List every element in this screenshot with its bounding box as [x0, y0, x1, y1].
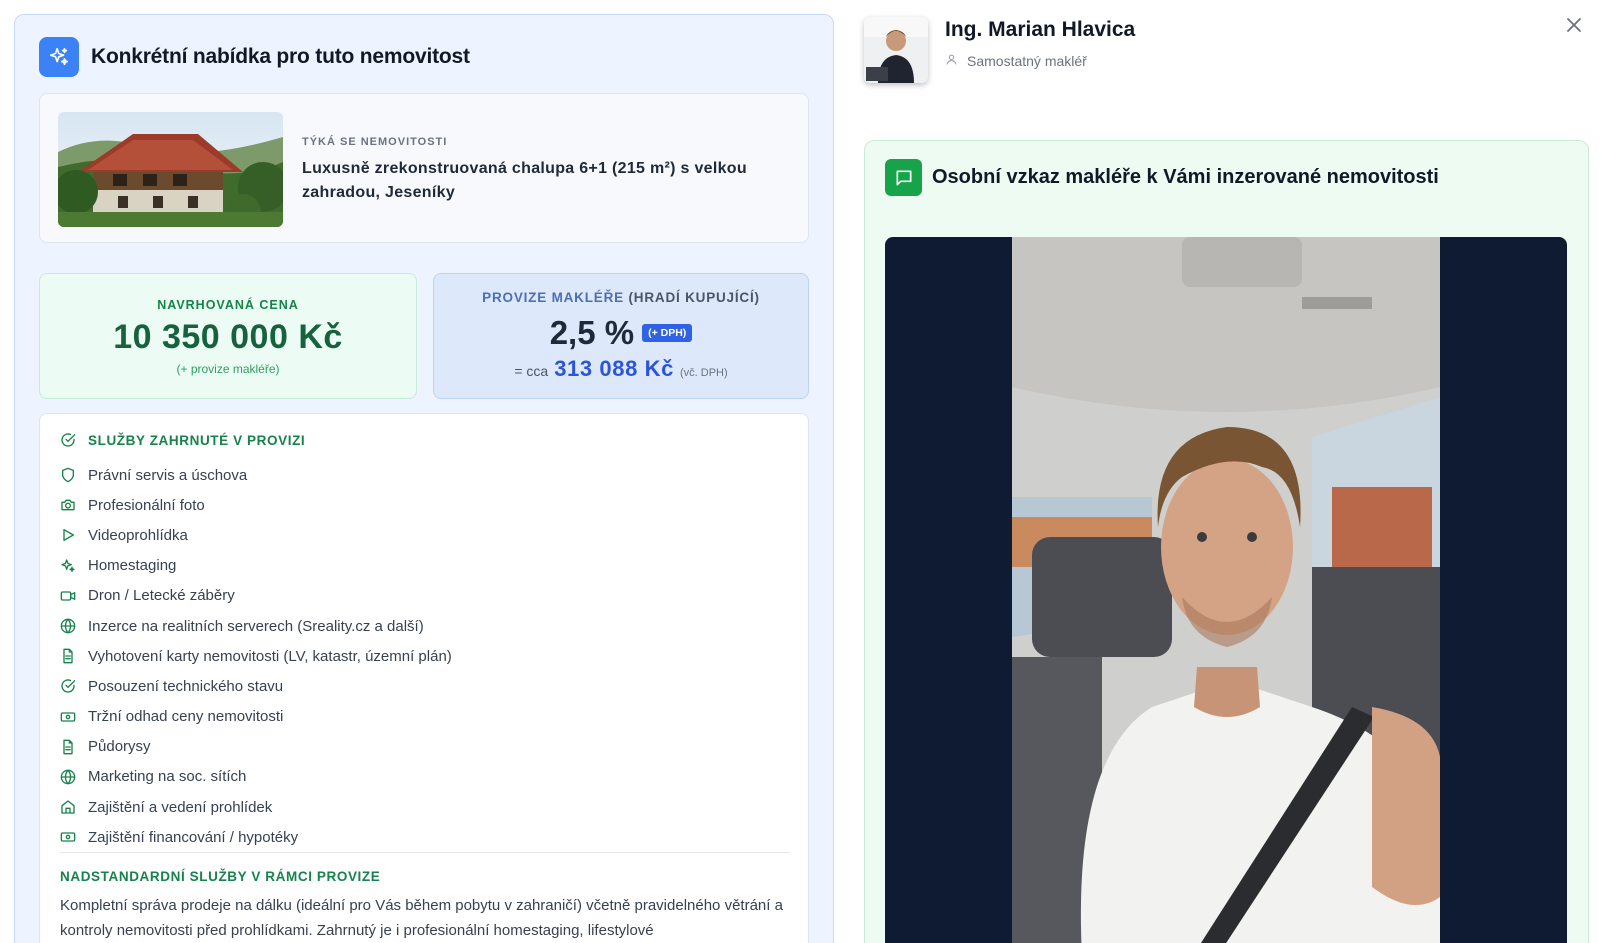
service-label: Posouzení technického stavu [88, 677, 284, 695]
service-label: Videoprohlídka [88, 526, 188, 544]
services-heading: SLUŽBY ZAHRNUTÉ V PROVIZI [60, 432, 305, 448]
property-kicker: TÝKÁ SE NEMOVITOSTI [302, 136, 448, 148]
close-button[interactable] [1563, 16, 1585, 38]
shield-icon [60, 467, 76, 483]
offer-header: Konkrétní nabídka pro tuto nemovitost [39, 37, 470, 77]
service-item: Zajištění a vedení prohlídek [60, 792, 452, 822]
sparkles-icon [39, 37, 79, 77]
service-item: Vyhotovení karty nemovitosti (LV, katast… [60, 641, 452, 671]
message-panel: Osobní vzkaz makléře k Vámi inzerované n… [864, 140, 1589, 943]
extra-services-text: Kompletní správa prodeje na dálku (ideál… [60, 897, 783, 939]
vat-note: (vč. DPH) [679, 367, 728, 379]
services-divider [60, 852, 790, 853]
home-icon [60, 799, 76, 815]
offer-title: Konkrétní nabídka pro tuto nemovitost [91, 45, 470, 68]
commission-amount: 313 088 Kč [554, 356, 674, 381]
commission-amount-row: = cca 313 088 Kč (vč. DPH) [434, 356, 808, 382]
service-label: Právní servis a úschova [88, 466, 248, 484]
service-item: Zajištění financování / hypotéky [60, 822, 452, 852]
message-title: Osobní vzkaz makléře k Vámi inzerované n… [932, 166, 1439, 188]
commission-label-sub: (HRADÍ KUPUJÍCÍ) [628, 290, 760, 305]
document-icon [60, 739, 76, 755]
video-frame [1012, 237, 1440, 943]
play-icon [60, 527, 76, 543]
price-card: NAVRHOVANÁ CENA 10 350 000 Kč (+ provize… [39, 273, 417, 399]
service-list: Právní servis a úschova Profesionální fo… [60, 460, 452, 852]
camera-icon [60, 497, 76, 513]
commission-card: PROVIZE MAKLÉŘE (HRADÍ KUPUJÍCÍ) 2,5 % (… [433, 273, 809, 399]
service-label: Zajištění financování / hypotéky [88, 828, 299, 846]
agent-name: Ing. Marian Hlavica [945, 18, 1136, 41]
service-item: Homestaging [60, 551, 452, 581]
service-item: Právní servis a úschova [60, 460, 452, 490]
price-label: NAVRHOVANÁ CENA [157, 298, 299, 312]
service-item: Profesionální foto [60, 490, 452, 520]
vat-badge: (+ DPH) [642, 324, 693, 342]
globe-icon [60, 769, 76, 785]
agent-avatar [864, 17, 928, 83]
check-circle-icon [60, 678, 76, 694]
close-icon [1567, 17, 1581, 37]
property-photo [58, 112, 283, 227]
property-card[interactable]: TÝKÁ SE NEMOVITOSTI Luxusně zrekonstruov… [39, 93, 809, 243]
user-icon [945, 53, 958, 69]
services-card: SLUŽBY ZAHRNUTÉ V PROVIZI Právní servis … [39, 413, 809, 943]
document-icon [60, 648, 76, 664]
service-item: Videoprohlídka [60, 520, 452, 550]
approx-label: = cca [514, 363, 549, 379]
commission-value: 2,5 % [549, 314, 635, 351]
service-label: Tržní odhad ceny nemovitosti [88, 708, 284, 726]
banknote-icon [60, 829, 76, 845]
page: Konkrétní nabídka pro tuto nemovitost TÝ… [0, 0, 1601, 943]
chat-icon [885, 159, 922, 196]
service-label: Půdorysy [88, 738, 151, 756]
service-item: Posouzení technického stavu [60, 671, 452, 701]
message-header: Osobní vzkaz makléře k Vámi inzerované n… [885, 159, 1439, 196]
service-item: Půdorysy [60, 732, 452, 762]
commission-label-main: PROVIZE MAKLÉŘE [482, 290, 624, 305]
service-label: Homestaging [88, 557, 177, 575]
service-label: Profesionální foto [88, 496, 205, 514]
agent-role: Samostatný makléř [945, 53, 1087, 69]
service-label: Vyhotovení karty nemovitosti (LV, katast… [88, 647, 452, 665]
service-item: Marketing na soc. sítích [60, 762, 452, 792]
commission-row: 2,5 % (+ DPH) [434, 314, 808, 352]
check-circle-icon [60, 432, 76, 448]
service-item: Tržní odhad ceny nemovitosti [60, 702, 452, 732]
price-value: 10 350 000 Kč [113, 318, 343, 356]
price-note: (+ provize makléře) [176, 362, 280, 376]
service-item: Inzerce na realitních serverech (Srealit… [60, 611, 452, 641]
sparkles-icon [60, 558, 76, 574]
service-label: Marketing na soc. sítích [88, 768, 247, 786]
video-player[interactable] [885, 237, 1567, 943]
service-label: Dron / Letecké záběry [88, 587, 235, 605]
service-label: Inzerce na realitních serverech (Srealit… [88, 617, 424, 635]
banknote-icon [60, 709, 76, 725]
services-heading-text: SLUŽBY ZAHRNUTÉ V PROVIZI [88, 432, 306, 448]
service-label: Zajištění a vedení prohlídek [88, 798, 273, 816]
video-camera-icon [60, 588, 76, 604]
service-item: Dron / Letecké záběry [60, 581, 452, 611]
offer-panel: Konkrétní nabídka pro tuto nemovitost TÝ… [14, 14, 834, 943]
agent-role-text: Samostatný makléř [967, 53, 1087, 69]
globe-icon [60, 618, 76, 634]
property-title: Luxusně zrekonstruovaná chalupa 6+1 (215… [302, 160, 747, 201]
extra-services-heading: NADSTANDARDNÍ SLUŽBY V RÁMCI PROVIZE [60, 869, 381, 884]
commission-label: PROVIZE MAKLÉŘE (HRADÍ KUPUJÍCÍ) [434, 290, 808, 305]
